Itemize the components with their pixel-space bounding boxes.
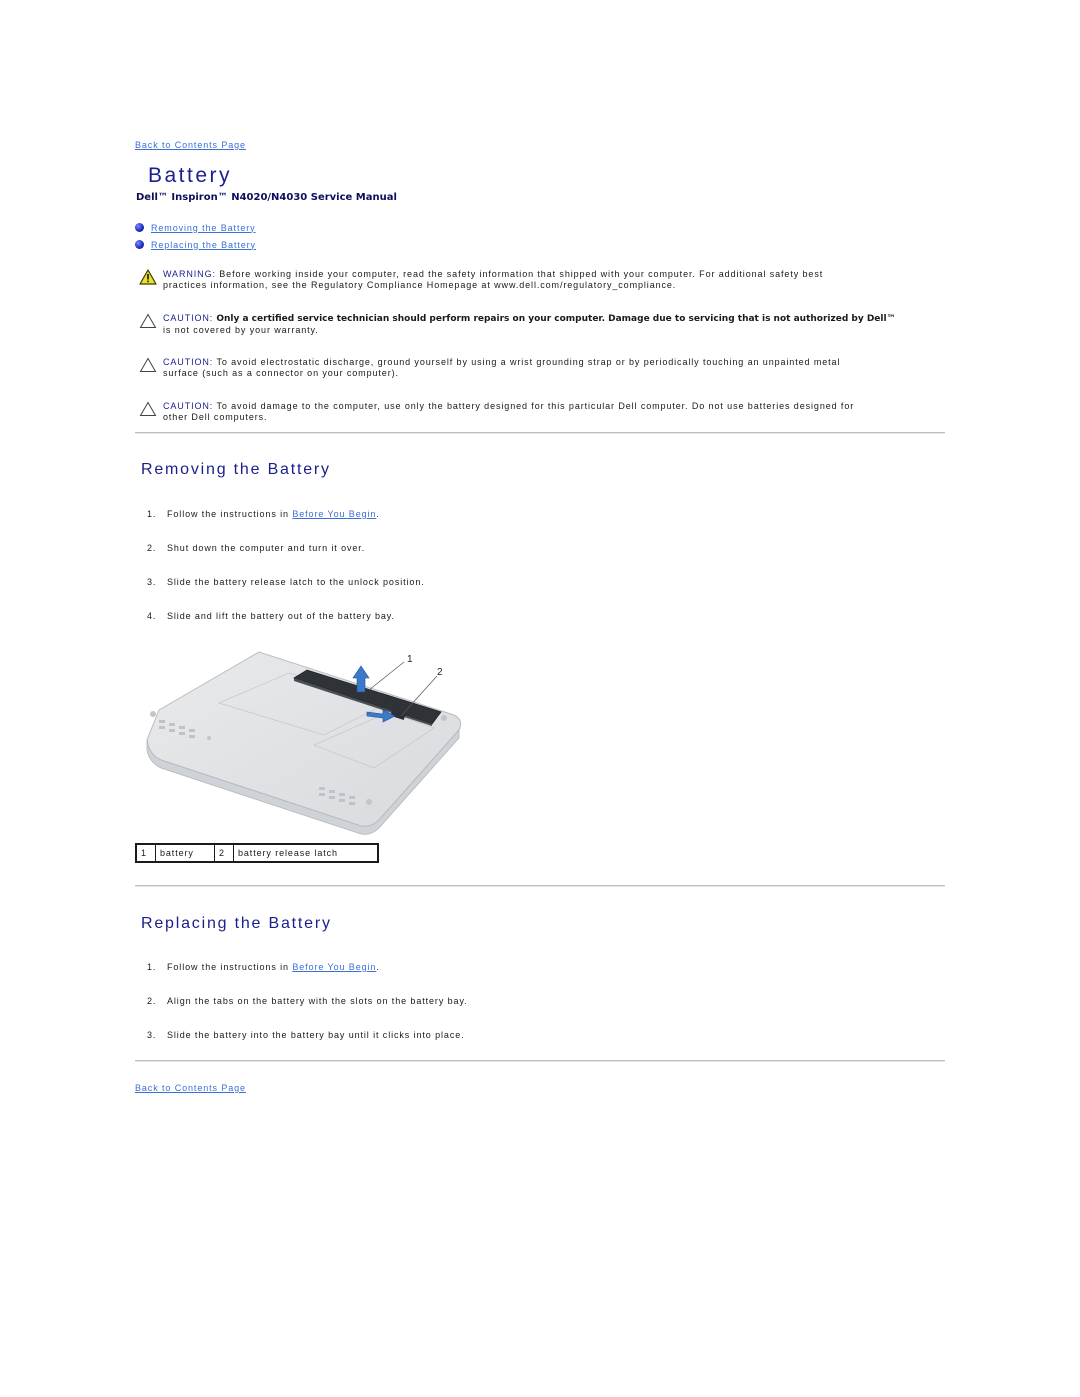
caution-triangle-icon [135,357,163,379]
notice-label: CAUTION: [163,401,214,411]
step-item: 1. Follow the instructions in Before You … [147,509,380,519]
toc-link-replacing[interactable]: Replacing the Battery [151,240,256,250]
before-you-begin-link[interactable]: Before You Begin [292,962,376,972]
step-item: 3. Slide the battery into the battery bay… [147,1030,465,1040]
step-item: 3. Slide the battery release latch to the… [147,577,425,587]
step-text: Slide the battery release latch to the u… [167,577,425,587]
bullet-icon [135,223,144,232]
step-number: 4. [147,611,157,621]
divider [135,1060,945,1062]
back-to-contents-link-top[interactable]: Back to Contents Page [135,140,246,150]
step-text: Shut down the computer and turn it over. [167,543,366,553]
section-heading-replacing: Replacing the Battery [141,915,332,932]
back-to-contents-link-bottom[interactable]: Back to Contents Page [135,1083,246,1093]
legend-row: 1 battery 2 battery release latch [135,843,379,863]
step-text: Align the tabs on the battery with the s… [167,996,468,1006]
step-number: 1. [147,962,157,972]
step-item: 4. Slide and lift the battery out of the … [147,611,395,621]
toc-item-removing: Removing the Battery [135,219,256,236]
toc-item-replacing: Replacing the Battery [135,236,256,253]
step-item: 2. Align the tabs on the battery with the… [147,996,468,1006]
before-you-begin-link[interactable]: Before You Begin [292,509,376,519]
step-text: Slide and lift the battery out of the ba… [167,611,395,621]
step-number: 2. [147,996,157,1006]
legend-number: 1 [135,843,156,863]
step-number: 3. [147,1030,157,1040]
step-text: Slide the battery into the battery bay u… [167,1030,465,1040]
legend-label: battery release latch [233,843,379,863]
legend-label: battery [155,843,215,863]
notice-text-line2: surface (such as a connector on your com… [163,368,399,378]
step-text-end: . [376,509,380,519]
divider [135,432,945,434]
caution-triangle-icon [135,401,163,423]
notice-text-line1: To avoid electrostatic discharge, ground… [213,357,841,367]
section-heading-removing: Removing the Battery [141,461,331,478]
step-text: Follow the instructions in [167,962,293,972]
notice-label: CAUTION: [163,313,214,323]
battery-removal-illustration: 1 2 [139,640,469,835]
callout-2: 2 [437,667,443,678]
divider [135,885,945,887]
notice-text-line2: other Dell computers. [163,412,268,422]
notice-bold-text: Only a certified service technician shou… [213,314,896,324]
figure-legend-table: 1 battery 2 battery release latch [135,843,379,863]
caution-notice-warranty: CAUTION: Only a certified service techni… [135,313,945,336]
warning-triangle-icon [135,269,163,291]
notice-label: WARNING: [163,269,216,279]
toc-link-removing[interactable]: Removing the Battery [151,223,256,233]
step-number: 3. [147,577,157,587]
bullet-icon [135,240,144,249]
notice-text-line1: Before working inside your computer, rea… [215,269,824,279]
notice-text-line2: is not covered by your warranty. [163,325,319,335]
caution-triangle-icon [135,313,163,336]
caution-notice-battery: CAUTION: To avoid damage to the computer… [135,401,945,423]
step-number: 1. [147,509,157,519]
notice-label: CAUTION: [163,357,214,367]
manual-subtitle: Dell™ Inspiron™ N4020/N4030 Service Manu… [136,192,397,203]
table-of-contents: Removing the Battery Replacing the Batte… [135,219,256,253]
step-text-end: . [376,962,380,972]
callout-1: 1 [407,654,413,665]
warning-notice: WARNING: Before working inside your comp… [135,269,945,291]
step-item: 1. Follow the instructions in Before You … [147,962,380,972]
notice-text-line1: To avoid damage to the computer, use onl… [213,401,855,411]
legend-number: 2 [214,843,234,863]
caution-notice-esd: CAUTION: To avoid electrostatic discharg… [135,357,945,379]
page-title: Battery [148,164,233,187]
step-number: 2. [147,543,157,553]
step-item: 2. Shut down the computer and turn it ove… [147,543,365,553]
step-text: Follow the instructions in [167,509,293,519]
notice-text-line2: practices information, see the Regulator… [163,280,677,290]
